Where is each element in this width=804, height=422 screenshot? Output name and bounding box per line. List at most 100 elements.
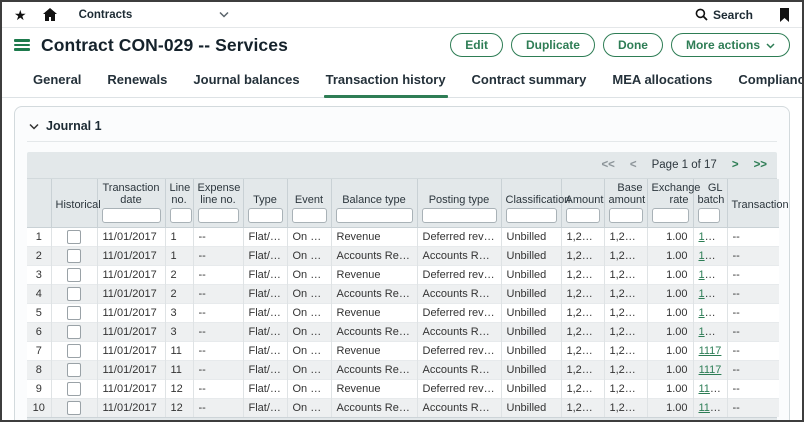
col-header-posting[interactable]: Posting type [417, 179, 501, 228]
cell-gl: 1054 [693, 228, 727, 247]
pager-prev-button[interactable]: < [630, 159, 637, 171]
col-header-num[interactable] [27, 179, 51, 228]
filter-input-posting[interactable] [422, 208, 497, 223]
gl-batch-link[interactable]: 1055 [699, 269, 723, 281]
col-header-line[interactable]: Line no. [165, 179, 193, 228]
cell-base: 1,200.00 [604, 399, 647, 418]
filter-input-type[interactable] [248, 208, 283, 223]
global-search[interactable]: Search [695, 8, 753, 22]
cell-rate: 1.00 [647, 399, 693, 418]
table-row: 111/01/20171--Flat/fixedOn createRevenue… [27, 228, 779, 247]
filter-input-rate[interactable] [652, 208, 689, 223]
col-header-expense[interactable]: Expense line no. [193, 179, 243, 228]
col-header-historical[interactable]: Historical [51, 179, 97, 228]
gl-batch-link[interactable]: 1055 [699, 288, 723, 300]
table-row: 511/01/20173--Flat/fixedOn createRevenue… [27, 304, 779, 323]
gl-batch-link[interactable]: 1141 [699, 402, 723, 414]
cell-base: 1,200.00 [604, 323, 647, 342]
done-button[interactable]: Done [603, 33, 663, 57]
col-header-base[interactable]: Base amount [604, 179, 647, 228]
historical-checkbox[interactable] [67, 287, 81, 301]
cell-classification: Unbilled [501, 228, 561, 247]
gl-batch-link[interactable]: 1056 [699, 307, 723, 319]
tab-general[interactable]: General [20, 63, 94, 97]
historical-checkbox[interactable] [67, 363, 81, 377]
historical-checkbox[interactable] [67, 401, 81, 415]
filter-input-line[interactable] [170, 208, 192, 223]
cell-base: 1,200.00 [604, 285, 647, 304]
cell-gl: 1141 [693, 380, 727, 399]
cell-rate: 1.00 [647, 285, 693, 304]
gl-batch-link[interactable]: 1141 [699, 383, 723, 395]
bookmark-icon[interactable] [779, 8, 790, 22]
cell-date: 11/01/2017 [97, 342, 165, 361]
filter-input-base[interactable] [609, 208, 643, 223]
col-label-expense: Expense line no. [198, 182, 239, 208]
cell-gl: 1141 [693, 399, 727, 418]
gl-batch-link[interactable]: 1117 [699, 345, 722, 357]
col-header-txn[interactable]: Transaction [727, 179, 779, 228]
journal-section-header[interactable]: Journal 1 [27, 115, 777, 142]
tab-renewals[interactable]: Renewals [94, 63, 180, 97]
historical-checkbox[interactable] [67, 249, 81, 263]
col-header-gl[interactable]: GL batch [693, 179, 727, 228]
gl-batch-link[interactable]: 1056 [699, 326, 723, 338]
col-header-date[interactable]: Transaction date [97, 179, 165, 228]
filter-input-expense[interactable] [198, 208, 239, 223]
cell-line: 11 [165, 361, 193, 380]
more-actions-button[interactable]: More actions [671, 33, 790, 57]
duplicate-button[interactable]: Duplicate [511, 33, 595, 57]
col-header-amount[interactable]: Amount [561, 179, 604, 228]
tab-mea-allocations[interactable]: MEA allocations [599, 63, 725, 97]
cell-txn: -- [727, 285, 779, 304]
tab-contract-summary[interactable]: Contract summary [459, 63, 600, 97]
cell-historical [51, 361, 97, 380]
col-header-event[interactable]: Event [287, 179, 331, 228]
cell-gl: 1117 [693, 361, 727, 380]
col-header-balance[interactable]: Balance type [331, 179, 417, 228]
nav-record-selector[interactable]: Contracts [79, 9, 229, 21]
col-header-type[interactable]: Type [243, 179, 287, 228]
tab-compliance[interactable]: Compliance [725, 63, 804, 97]
gl-batch-link[interactable]: 1117 [699, 364, 722, 376]
filter-input-date[interactable] [102, 208, 161, 223]
top-nav-bar: ★ Contracts Search [2, 2, 802, 28]
nav-record-label: Contracts [79, 9, 133, 21]
cell-classification: Unbilled [501, 323, 561, 342]
filter-input-amount[interactable] [566, 208, 600, 223]
home-icon[interactable] [43, 8, 57, 21]
table-row: 211/01/20171--Flat/fixedOn createAccount… [27, 247, 779, 266]
cell-gl: 1054 [693, 247, 727, 266]
historical-checkbox[interactable] [67, 306, 81, 320]
cell-line: 12 [165, 380, 193, 399]
favorites-star-icon[interactable]: ★ [14, 8, 27, 22]
pager-next-button[interactable]: > [732, 159, 739, 171]
cell-amount: 1,200.00 [561, 323, 604, 342]
filter-input-gl[interactable] [698, 208, 720, 223]
cell-historical [51, 380, 97, 399]
filter-input-event[interactable] [292, 208, 327, 223]
tab-journal-balances[interactable]: Journal balances [180, 63, 312, 97]
pager-last-button[interactable]: >> [754, 159, 767, 171]
historical-checkbox[interactable] [67, 230, 81, 244]
cell-classification: Unbilled [501, 285, 561, 304]
cell-num: 5 [27, 304, 51, 323]
table-row: 811/01/201711--Flat/fixedOn createAccoun… [27, 361, 779, 380]
historical-checkbox[interactable] [67, 344, 81, 358]
historical-checkbox[interactable] [67, 268, 81, 282]
filter-input-classification[interactable] [506, 208, 557, 223]
cell-type: Flat/fixed [243, 247, 287, 266]
historical-checkbox[interactable] [67, 325, 81, 339]
gl-batch-link[interactable]: 1054 [699, 231, 723, 243]
record-list-icon[interactable] [14, 39, 30, 51]
pager-first-button[interactable]: << [601, 159, 614, 171]
gl-batch-link[interactable]: 1054 [699, 250, 723, 262]
filter-input-balance[interactable] [336, 208, 413, 223]
col-header-classification[interactable]: Classification [501, 179, 561, 228]
col-header-rate[interactable]: Exchange rate [647, 179, 693, 228]
cell-txn: -- [727, 266, 779, 285]
historical-checkbox[interactable] [67, 382, 81, 396]
tab-transaction-history[interactable]: Transaction history [313, 63, 459, 97]
edit-button[interactable]: Edit [450, 33, 503, 57]
cell-amount: 1,200.00 [561, 304, 604, 323]
